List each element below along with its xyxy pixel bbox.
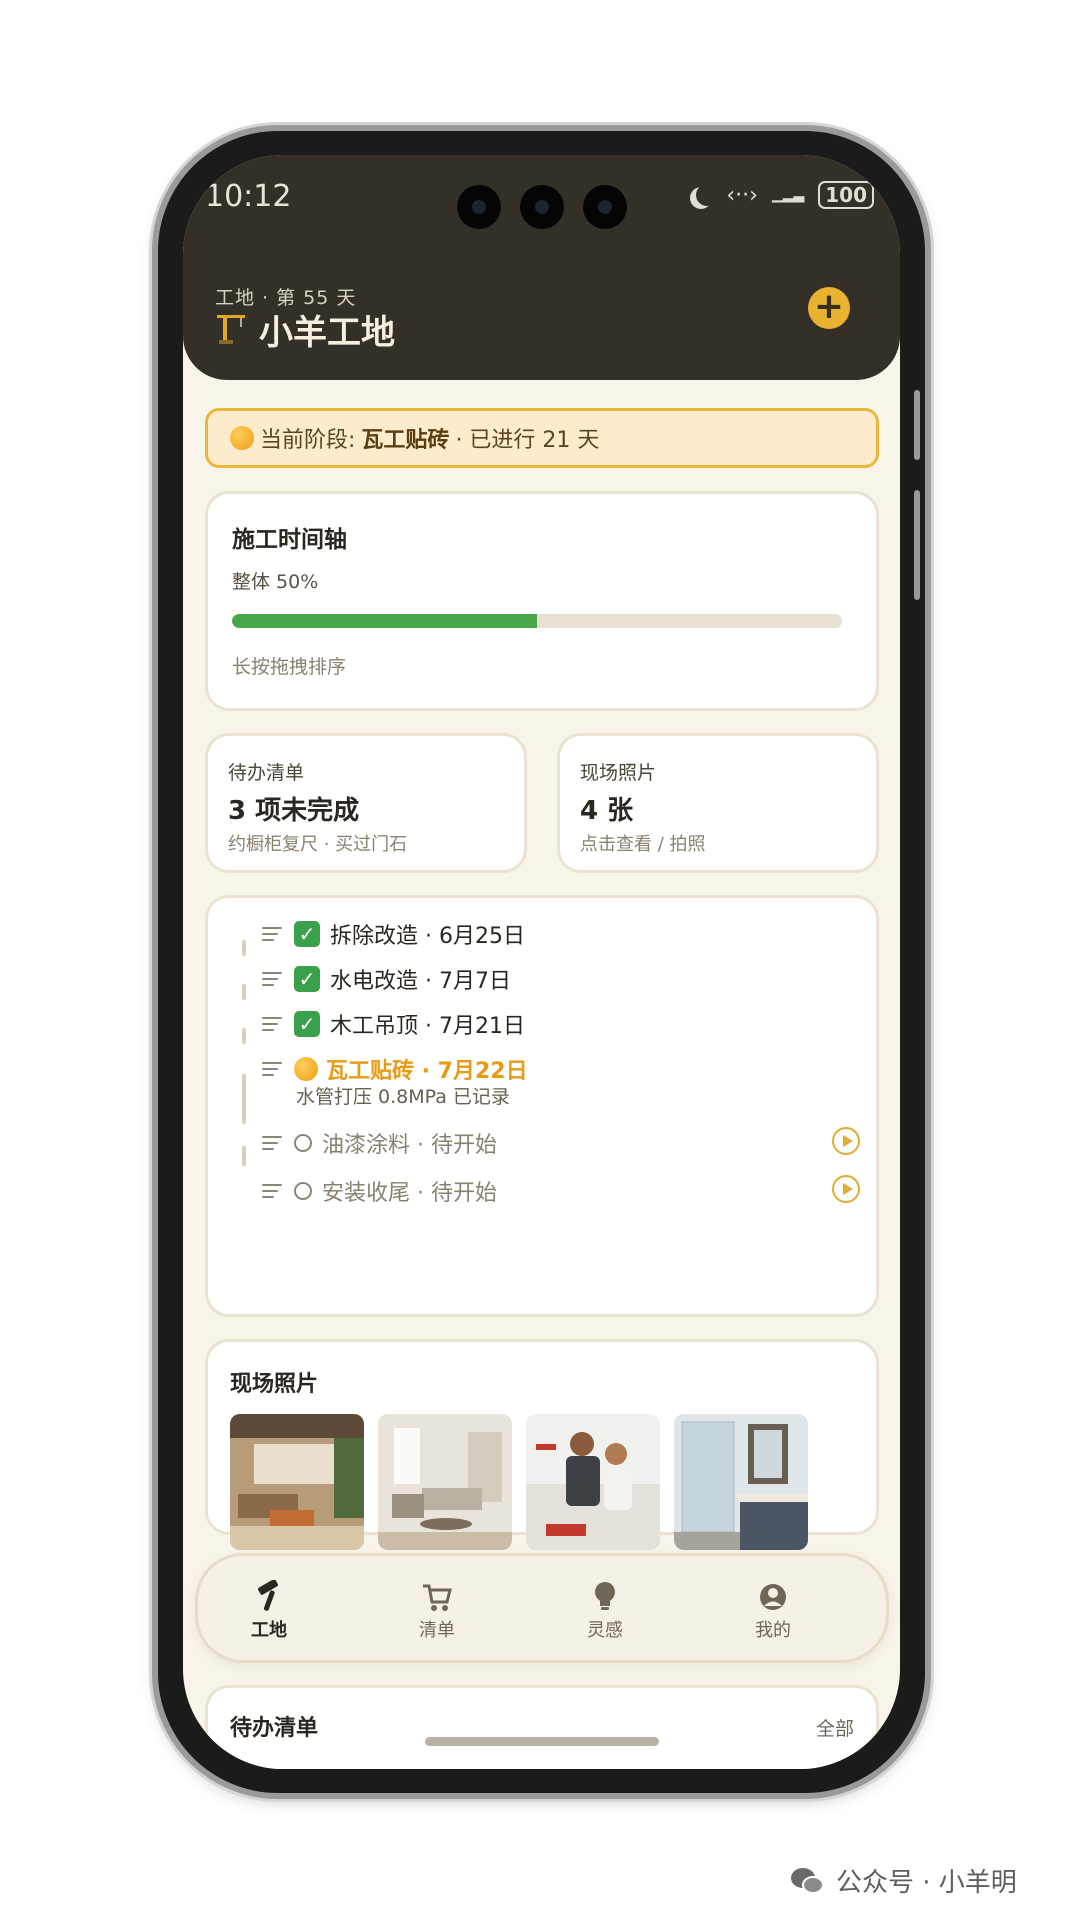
nav-label: 工地 bbox=[251, 1620, 287, 1641]
lightbulb-icon bbox=[595, 1582, 615, 1610]
drag-sort-hint: 长按拖拽排序 bbox=[232, 656, 347, 678]
todo-summary-count: 3 项未完成 bbox=[228, 796, 360, 826]
watermark: 公众号 · 小羊明 bbox=[790, 1862, 1017, 1899]
nav-item-list[interactable]: 清单 bbox=[392, 1578, 482, 1642]
timeline-line bbox=[242, 984, 246, 1000]
nav-label: 我的 bbox=[755, 1620, 791, 1641]
timeline-step[interactable]: ✓ 水电改造 · 7月7日 bbox=[262, 963, 511, 995]
checked-icon: ✓ bbox=[294, 1011, 320, 1037]
timeline-step[interactable]: ✓ 木工吊顶 · 7月21日 bbox=[262, 1008, 525, 1040]
photo-summary-label: 现场照片 bbox=[580, 762, 657, 784]
nav-item-site[interactable]: 工地 bbox=[224, 1578, 314, 1642]
step-label: 木工吊顶 · 7月21日 bbox=[330, 1014, 525, 1039]
battery-icon: 100 bbox=[818, 181, 874, 209]
drag-handle-icon[interactable] bbox=[262, 972, 282, 986]
timeline-line bbox=[242, 1074, 246, 1124]
in-progress-icon bbox=[294, 1057, 318, 1081]
photo-thumbnail[interactable] bbox=[526, 1414, 660, 1550]
pending-icon bbox=[294, 1134, 312, 1152]
overall-progress-label: 整体 50% bbox=[232, 571, 319, 593]
timeline-line bbox=[242, 1028, 246, 1044]
user-icon bbox=[760, 1584, 786, 1610]
drag-handle-icon[interactable] bbox=[262, 1017, 282, 1031]
moon-icon bbox=[696, 184, 718, 206]
photo-thumbnail[interactable] bbox=[674, 1414, 808, 1550]
app-screen: 10:12 ‹··› ▁▂▃ 100 工地 · 第 55 天 小羊工地 + 当前… bbox=[183, 155, 900, 1769]
stage-label: 当前阶段: bbox=[260, 428, 356, 453]
side-button bbox=[914, 490, 920, 600]
todo-view-all-link[interactable]: 全部 bbox=[816, 1714, 854, 1741]
timeline-card[interactable]: 施工时间轴 整体 50% 长按拖拽排序 bbox=[205, 491, 879, 711]
drag-handle-icon[interactable] bbox=[262, 927, 282, 941]
overall-progress-bar bbox=[232, 614, 842, 628]
camera-cutout bbox=[457, 185, 627, 229]
step-note: 水管打压 0.8MPa 已记录 bbox=[296, 1086, 510, 1108]
signal-icon: ▁▂▃ bbox=[771, 187, 805, 203]
cart-icon bbox=[423, 1584, 452, 1611]
bottom-nav: 工地 清单 灵感 我的 bbox=[195, 1553, 889, 1663]
site-photos-card: 现场照片 bbox=[205, 1339, 879, 1550]
step-label: 水电改造 · 7月7日 bbox=[330, 969, 511, 994]
pending-icon bbox=[294, 1182, 312, 1200]
nav-label: 清单 bbox=[419, 1620, 455, 1641]
todo-summary-label: 待办清单 bbox=[228, 762, 305, 784]
wechat-icon bbox=[791, 1867, 824, 1894]
progress-fill bbox=[232, 614, 537, 628]
page-title: 小羊工地 bbox=[259, 313, 395, 353]
nav-item-inspiration[interactable]: 灵感 bbox=[560, 1578, 650, 1642]
current-stage-banner[interactable]: 当前阶段: 瓦工贴砖 · 已进行 21 天 bbox=[205, 408, 879, 468]
timeline-step[interactable]: 安装收尾 · 待开始 bbox=[262, 1175, 497, 1207]
photo-thumbnail[interactable] bbox=[378, 1414, 512, 1550]
data-transfer-icon: ‹··› bbox=[726, 182, 758, 208]
drag-handle-icon[interactable] bbox=[262, 1184, 282, 1198]
side-button bbox=[914, 390, 920, 460]
start-play-icon[interactable] bbox=[832, 1175, 860, 1203]
stage-dot-icon bbox=[230, 426, 254, 450]
app-header: 10:12 ‹··› ▁▂▃ 100 工地 · 第 55 天 小羊工地 + bbox=[183, 155, 900, 380]
home-indicator[interactable] bbox=[425, 1737, 659, 1746]
photo-thumbnail[interactable] bbox=[230, 1414, 364, 1550]
photos-title: 现场照片 bbox=[230, 1372, 319, 1397]
stage-elapsed: · 已进行 21 天 bbox=[455, 428, 600, 453]
step-label: 油漆涂料 · 待开始 bbox=[322, 1133, 497, 1158]
add-button[interactable]: + bbox=[808, 287, 850, 329]
step-label: 拆除改造 · 6月25日 bbox=[330, 924, 525, 949]
drag-handle-icon[interactable] bbox=[262, 1136, 282, 1150]
crane-icon bbox=[217, 315, 245, 344]
timeline-line bbox=[242, 1146, 246, 1166]
nav-item-me[interactable]: 我的 bbox=[728, 1578, 818, 1642]
timeline-step-current[interactable]: 瓦工贴砖 · 7月22日 bbox=[262, 1053, 528, 1085]
todo-section-card: 待办清单 全部 bbox=[205, 1685, 879, 1769]
watermark-text: 公众号 · 小羊明 bbox=[836, 1868, 1017, 1898]
step-label: 瓦工贴砖 · 7月22日 bbox=[326, 1059, 528, 1084]
checked-icon: ✓ bbox=[294, 966, 320, 992]
hammer-icon bbox=[258, 1580, 278, 1611]
start-play-icon[interactable] bbox=[832, 1127, 860, 1155]
checked-icon: ✓ bbox=[294, 921, 320, 947]
stage-name: 瓦工贴砖 bbox=[361, 428, 450, 453]
nav-label: 灵感 bbox=[587, 1620, 623, 1641]
timeline-title: 施工时间轴 bbox=[232, 527, 347, 553]
timeline-step[interactable]: 油漆涂料 · 待开始 bbox=[262, 1127, 497, 1159]
photo-summary-count: 4 张 bbox=[580, 796, 634, 826]
todo-summary-desc: 约橱柜复尺 · 买过门石 bbox=[228, 834, 408, 855]
step-label: 安装收尾 · 待开始 bbox=[322, 1181, 497, 1206]
status-time: 10:12 bbox=[205, 179, 292, 214]
status-icons: ‹··› ▁▂▃ 100 bbox=[690, 181, 874, 209]
timeline-steps-card: ✓ 拆除改造 · 6月25日 ✓ 水电改造 · 7月7日 ✓ 木工吊顶 · 7月… bbox=[205, 895, 879, 1317]
timeline-step[interactable]: ✓ 拆除改造 · 6月25日 bbox=[262, 918, 525, 950]
todo-summary-card[interactable]: 待办清单 3 项未完成 约橱柜复尺 · 买过门石 bbox=[205, 733, 527, 873]
todo-section-title: 待办清单 bbox=[230, 1716, 319, 1741]
plus-icon: + bbox=[813, 286, 845, 327]
timeline-line bbox=[242, 940, 246, 956]
photo-summary-desc: 点击查看 / 拍照 bbox=[580, 834, 706, 855]
drag-handle-icon[interactable] bbox=[262, 1062, 282, 1076]
photo-summary-card[interactable]: 现场照片 4 张 点击查看 / 拍照 bbox=[557, 733, 879, 873]
